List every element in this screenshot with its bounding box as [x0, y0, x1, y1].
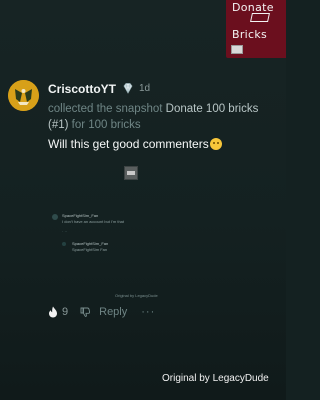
nested-footer: Original by LegacyDude	[115, 293, 158, 298]
nested-avatar	[52, 214, 58, 220]
more-options-icon[interactable]: ···	[141, 306, 155, 318]
fire-icon[interactable]	[48, 306, 58, 318]
like-count: 9	[62, 306, 69, 318]
embedded-snapshot[interactable]	[124, 166, 138, 180]
nested-comment-text: I don't have an account but I'm that	[62, 219, 125, 224]
post-action-text: collected the snapshot Donate 100 bricks…	[48, 101, 278, 133]
action-suffix: for 100 bricks	[68, 119, 141, 131]
post-time: 1d	[139, 83, 151, 94]
mini-snapshot-icon	[231, 45, 243, 54]
post-comment: Will this get good commenters	[48, 137, 222, 151]
snapshot-thumbnail[interactable]: Donate Bricks	[226, 0, 286, 58]
action-row: 9 Reply ···	[48, 305, 155, 319]
avatar[interactable]	[8, 80, 39, 111]
post-comment-text: Will this get good commenters	[48, 137, 209, 151]
nested-reply-user[interactable]: SpaceFightSim_Fan	[72, 241, 108, 246]
username[interactable]: CriscottoYT	[48, 82, 116, 96]
nested-comment-user[interactable]: SpaceFightSim_Fan	[62, 213, 98, 218]
avatar-logo-icon	[8, 80, 39, 111]
snapshot-title-line2: Bricks	[232, 28, 268, 41]
thumbs-down-icon[interactable]	[80, 307, 91, 317]
screen: Donate Bricks CriscottoYT 1d collected t…	[0, 0, 286, 400]
diamond-icon	[123, 83, 133, 94]
credit-text: Original by LegacyDude	[162, 373, 269, 384]
nested-reply-text: SpaceFightSim Fan	[72, 247, 108, 252]
emoji-icon	[209, 138, 222, 150]
action-prefix: collected the snapshot	[48, 103, 166, 115]
reply-button[interactable]: Reply	[99, 306, 127, 318]
nested-comment-meta: · ··	[62, 229, 68, 234]
brick-icon	[250, 13, 270, 22]
nested-reply-avatar	[62, 242, 66, 246]
